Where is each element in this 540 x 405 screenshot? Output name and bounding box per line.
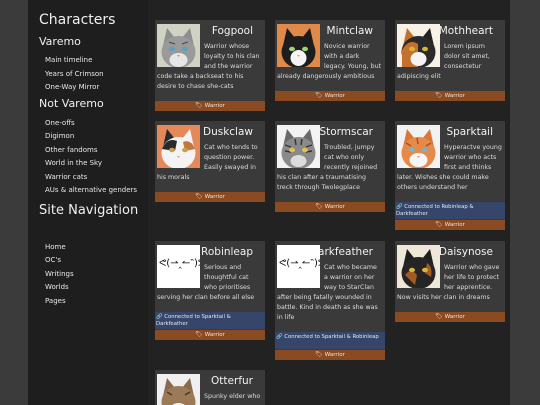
character-card-robinleap[interactable]: Robinleap ᕙ(⇀‸↼‶)ᕗ Serious and thoughtfu… bbox=[155, 241, 265, 340]
tag-icon: 🏷 bbox=[195, 331, 203, 338]
tag-label: Warrior bbox=[444, 222, 465, 228]
character-grid: Fogpool Warrior whose loyalty to his cla… bbox=[148, 0, 510, 405]
group-heading-not-varemo: Not Varemo bbox=[39, 97, 104, 110]
card-title: Duskclaw bbox=[202, 126, 253, 138]
cat-portrait-gray-icon bbox=[157, 24, 200, 67]
character-card-mintclaw[interactable]: Mintclaw Novice warrior with a dark lega… bbox=[275, 20, 385, 101]
warrior-tag[interactable]: 🏷 Warrior bbox=[395, 220, 505, 230]
tag-label: Warrior bbox=[324, 204, 345, 210]
card-title: Sparktail bbox=[446, 126, 493, 138]
warrior-tag[interactable]: 🏷 Warrior bbox=[275, 202, 385, 212]
warrior-tag[interactable]: 🏷 Warrior bbox=[395, 91, 505, 101]
connection-label: Connected to Sparktail & Darkfeather bbox=[156, 314, 231, 327]
tag-icon: 🏷 bbox=[435, 221, 443, 228]
nav-link-pages[interactable]: Pages bbox=[45, 297, 66, 305]
kaomoji-placeholder-icon: ᕙ(⇀‸↼‶)ᕗ bbox=[157, 245, 200, 288]
page-margin-right bbox=[510, 0, 540, 405]
cat-portrait-calico-white-icon bbox=[157, 125, 200, 168]
tag-label: Warrior bbox=[444, 93, 465, 99]
character-card-mothheart[interactable]: Mothheart Lorem ipsum dolor sit amet, co… bbox=[395, 20, 505, 101]
sidebar-link-world-in-the-sky[interactable]: World in the Sky bbox=[45, 159, 102, 167]
sidebar-link-other-fandoms[interactable]: Other fandoms bbox=[45, 146, 97, 154]
tag-icon: 🏷 bbox=[195, 102, 203, 109]
tag-icon: 🏷 bbox=[435, 313, 443, 320]
connection-label: Connected to Sparktail & Robinleap bbox=[284, 334, 379, 340]
sidebar-link-warrior-cats[interactable]: Warrior cats bbox=[45, 173, 87, 181]
tag-icon: 🏷 bbox=[315, 203, 323, 210]
cat-portrait-tabby-icon bbox=[277, 125, 320, 168]
card-title: Robinleap bbox=[201, 246, 253, 258]
card-title: Daisynose bbox=[438, 246, 493, 258]
nav-link-ocs[interactable]: OC's bbox=[45, 256, 61, 264]
sidebar-link-digimon[interactable]: Digimon bbox=[45, 132, 74, 140]
character-card-otterfur[interactable]: Otterfur Spunky elder who bbox=[155, 370, 265, 405]
warrior-tag[interactable]: 🏷 Warrior bbox=[155, 101, 265, 111]
sidebar-heading: Characters bbox=[39, 12, 116, 28]
character-card-sparktail[interactable]: Sparktail Hyperactve young warrior who a… bbox=[395, 121, 505, 230]
tag-icon: 🏷 bbox=[315, 351, 323, 358]
nav-link-worlds[interactable]: Worlds bbox=[45, 283, 69, 291]
cat-portrait-tuxedo-icon bbox=[277, 24, 320, 67]
warrior-tag[interactable]: 🏷 Warrior bbox=[155, 330, 265, 340]
warrior-tag[interactable]: 🏷 Warrior bbox=[275, 91, 385, 101]
tag-label: Warrior bbox=[204, 332, 225, 338]
warrior-tag[interactable]: 🏷 Warrior bbox=[395, 312, 505, 322]
sidebar: Characters Varemo Main timeline Years of… bbox=[28, 0, 148, 405]
kaomoji-text: ᕙ(⇀‸↼‶)ᕗ bbox=[279, 258, 320, 269]
sidebar-link-one-way-mirror[interactable]: One-Way Mirror bbox=[45, 83, 99, 91]
tag-label: Warrior bbox=[204, 194, 225, 200]
kaomoji-text: ᕙ(⇀‸↼‶)ᕗ bbox=[159, 258, 200, 269]
character-card-darkfeather[interactable]: Darkfeather ᕙ(⇀‸↼‶)ᕗ Cat who became a wa… bbox=[275, 241, 385, 360]
cat-portrait-dark-tortie-icon bbox=[397, 245, 440, 288]
tag-label: Warrior bbox=[204, 103, 225, 109]
connection-badge[interactable]: 🔗 Connected to Sparktail & Robinleap bbox=[275, 332, 385, 349]
page-margin-left bbox=[0, 0, 28, 405]
nav-heading: Site Navigation bbox=[39, 203, 139, 218]
connection-badge[interactable]: 🔗 Connected to Robinleap & Darkfeather bbox=[395, 202, 505, 219]
nav-link-home[interactable]: Home bbox=[45, 243, 66, 251]
cat-portrait-tabby-white-icon bbox=[157, 374, 200, 405]
tag-icon: 🏷 bbox=[195, 193, 203, 200]
cat-portrait-orange-icon bbox=[397, 125, 440, 168]
character-card-fogpool[interactable]: Fogpool Warrior whose loyalty to his cla… bbox=[155, 20, 265, 111]
tag-label: Warrior bbox=[444, 314, 465, 320]
sidebar-link-years-of-crimson[interactable]: Years of Crimson bbox=[45, 70, 104, 78]
warrior-tag[interactable]: 🏷 Warrior bbox=[155, 192, 265, 202]
group-heading-varemo: Varemo bbox=[39, 35, 81, 48]
character-card-duskclaw[interactable]: Duskclaw Cat who tends to question power… bbox=[155, 121, 265, 202]
connection-label: Connected to Robinleap & Darkfeather bbox=[396, 204, 474, 217]
sidebar-link-aus-alternative-genders[interactable]: AUs & alternative genders bbox=[45, 186, 137, 194]
tag-label: Warrior bbox=[324, 352, 345, 358]
sidebar-link-one-offs[interactable]: One-offs bbox=[45, 119, 75, 127]
card-title: Fogpool bbox=[211, 25, 253, 37]
card-title: Mintclaw bbox=[326, 25, 373, 37]
sidebar-link-main-timeline[interactable]: Main timeline bbox=[45, 56, 92, 64]
tag-label: Warrior bbox=[324, 93, 345, 99]
kaomoji-placeholder-icon: ᕙ(⇀‸↼‶)ᕗ bbox=[277, 245, 320, 288]
cat-portrait-calico-icon bbox=[397, 24, 440, 67]
tag-icon: 🏷 bbox=[435, 92, 443, 99]
card-title: Stormscar bbox=[319, 126, 373, 138]
nav-link-writings[interactable]: Writings bbox=[45, 270, 74, 278]
warrior-tag[interactable]: 🏷 Warrior bbox=[275, 350, 385, 360]
card-title: Otterfur bbox=[211, 375, 253, 387]
tag-icon: 🏷 bbox=[315, 92, 323, 99]
character-card-stormscar[interactable]: Stormscar Troubled, jumpy cat who only r… bbox=[275, 121, 385, 212]
character-card-daisynose[interactable]: Daisynose Warrior who gave her life to p… bbox=[395, 241, 505, 322]
card-title: Mothheart bbox=[438, 25, 493, 37]
connection-badge[interactable]: 🔗 Connected to Sparktail & Darkfeather bbox=[155, 312, 265, 329]
